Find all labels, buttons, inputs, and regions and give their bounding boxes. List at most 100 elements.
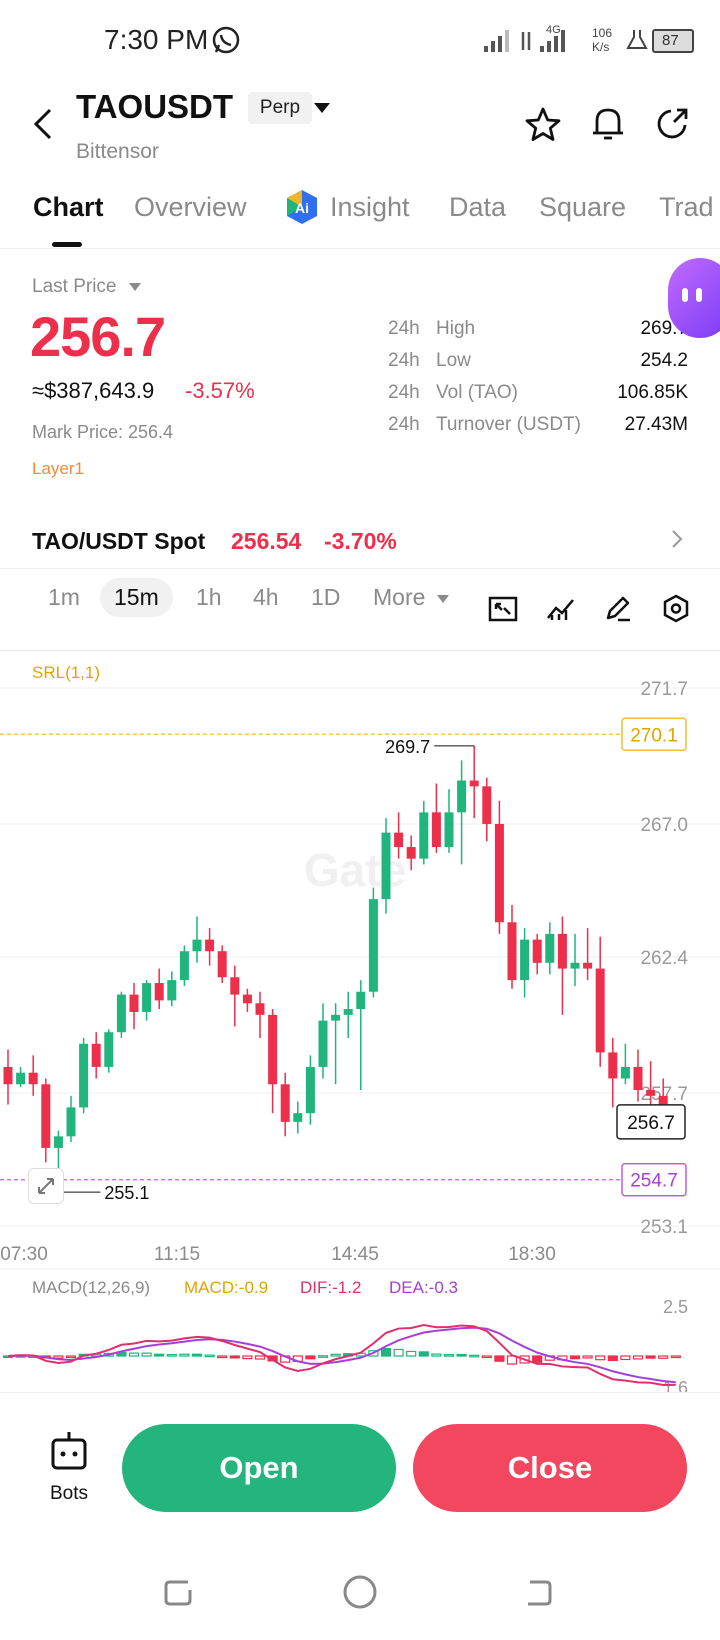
recent-apps-icon[interactable]: [162, 1576, 196, 1610]
macd-histogram-bar: [179, 1353, 190, 1357]
star-icon[interactable]: [524, 106, 562, 144]
candle-body: [167, 980, 177, 1001]
bots-button[interactable]: Bots: [38, 1430, 100, 1510]
floating-assistant-button[interactable]: [668, 258, 720, 338]
tab-chart[interactable]: Chart: [33, 192, 104, 223]
y-axis-tick: 262.4: [640, 948, 688, 969]
back-nav-icon[interactable]: [522, 1576, 556, 1610]
chart-settings-icon[interactable]: [662, 594, 690, 624]
macd-histogram-bar: [317, 1355, 329, 1358]
candle-body: [368, 899, 378, 992]
svg-text:Ai: Ai: [295, 200, 309, 216]
tabs-divider: [0, 248, 720, 249]
lower-line-label: 254.7: [630, 1171, 678, 1192]
stat-value: 27.43M: [624, 414, 688, 435]
candle-body: [520, 939, 530, 981]
macd-histogram-bar: [431, 1353, 442, 1357]
candle-body: [469, 780, 479, 787]
timeframe-1m[interactable]: 1m: [48, 584, 80, 611]
stat-label: Low: [436, 350, 471, 371]
ai-insight-icon: Ai: [287, 190, 317, 224]
symbol-title[interactable]: TAOUSDT: [76, 88, 233, 126]
candle-body: [381, 832, 391, 900]
candle-body: [620, 1066, 630, 1079]
tab-overview[interactable]: Overview: [134, 192, 247, 223]
candlestick-chart[interactable]: 271.7267.0262.4257.7253.1Gate270.1254.72…: [0, 650, 720, 1270]
macd-histogram-bar: [380, 1347, 392, 1357]
timeframe-4h[interactable]: 4h: [253, 584, 279, 611]
open-button[interactable]: Open: [122, 1424, 396, 1512]
expand-chart-button[interactable]: [28, 1168, 64, 1204]
macd-histogram-bar: [166, 1353, 177, 1357]
back-icon[interactable]: [30, 106, 58, 142]
high-annotation: 269.7: [385, 737, 430, 757]
indicator-icon[interactable]: [546, 596, 576, 622]
tab-data[interactable]: Data: [449, 192, 506, 223]
macd-histogram-bar: [481, 1355, 492, 1359]
category-tag[interactable]: Layer1: [32, 459, 84, 479]
candle-body: [494, 823, 504, 923]
coin-name: Bittensor: [76, 140, 159, 163]
spot-row[interactable]: TAO/USDT Spot 256.54 -3.70%: [0, 504, 720, 568]
macd-histogram-bar: [620, 1355, 631, 1361]
candle-body: [331, 1014, 341, 1021]
candle-body: [104, 1032, 114, 1067]
stat-row: 24h High 269.7: [388, 318, 688, 350]
candle-body: [205, 939, 215, 952]
macd-histogram-bar: [217, 1355, 228, 1359]
stat-label: High: [436, 318, 476, 339]
share-icon[interactable]: [654, 106, 690, 142]
bottom-divider: [0, 1392, 720, 1393]
symbol-dropdown-icon[interactable]: [312, 100, 332, 116]
chevron-right-icon: [672, 530, 683, 548]
dea-value: DEA:-0.3: [389, 1278, 458, 1297]
macd-histogram-bar: [330, 1353, 341, 1357]
macd-histogram-bar: [658, 1355, 669, 1359]
candle-body: [318, 1020, 328, 1067]
contract-type-badge: Perp: [248, 92, 312, 124]
stat-label: Vol (TAO): [436, 382, 518, 403]
x-axis-tick: 07:30: [0, 1244, 48, 1265]
candle-body: [53, 1136, 63, 1148]
macd-histogram-bar: [128, 1352, 140, 1357]
home-icon[interactable]: [342, 1574, 378, 1610]
candle-body: [242, 994, 252, 1004]
macd-histogram-bar: [393, 1348, 404, 1357]
stat-value: 106.85K: [617, 382, 688, 403]
last-price-dropdown-icon[interactable]: [128, 282, 142, 292]
candle-body: [116, 994, 126, 1033]
candle-body: [595, 968, 605, 1053]
stat-row: 24h Turnover (USDT) 27.43M: [388, 414, 688, 446]
candle-body: [91, 1043, 101, 1067]
macd-histogram-bar: [582, 1355, 593, 1359]
tab-trade[interactable]: Trad: [659, 192, 720, 223]
candle-body: [431, 812, 441, 848]
more-dropdown-icon[interactable]: [436, 594, 450, 604]
bell-icon[interactable]: [590, 104, 626, 144]
timeframe-15m[interactable]: 15m: [100, 578, 173, 617]
candle-body: [545, 933, 555, 963]
macd-histogram-bar: [65, 1355, 77, 1359]
last-price-label[interactable]: Last Price: [32, 276, 116, 298]
macd-histogram-bar: [632, 1355, 644, 1360]
candle-body: [268, 1014, 278, 1085]
candle-body: [305, 1066, 315, 1114]
stat-label: Turnover (USDT): [436, 414, 581, 435]
candle-body: [394, 832, 404, 848]
macd-histogram-bar: [532, 1355, 543, 1363]
candle-body: [293, 1113, 303, 1122]
timeframe-1h[interactable]: 1h: [196, 584, 222, 611]
timeframe-more[interactable]: More: [373, 584, 425, 611]
battery-icon: 87: [652, 29, 694, 53]
macd-histogram-bar: [141, 1352, 152, 1357]
stat-period: 24h: [388, 318, 420, 339]
macd-label: MACD(12,26,9): [32, 1278, 151, 1297]
chart-fullscreen-icon[interactable]: [488, 596, 518, 622]
tab-insight[interactable]: Insight: [330, 192, 410, 223]
tab-square[interactable]: Square: [539, 192, 626, 223]
draw-pencil-icon[interactable]: [604, 594, 632, 622]
candle-body: [608, 1052, 618, 1079]
close-button[interactable]: Close: [413, 1424, 687, 1512]
timeframe-1d[interactable]: 1D: [311, 584, 340, 611]
expand-icon: [38, 1178, 54, 1194]
